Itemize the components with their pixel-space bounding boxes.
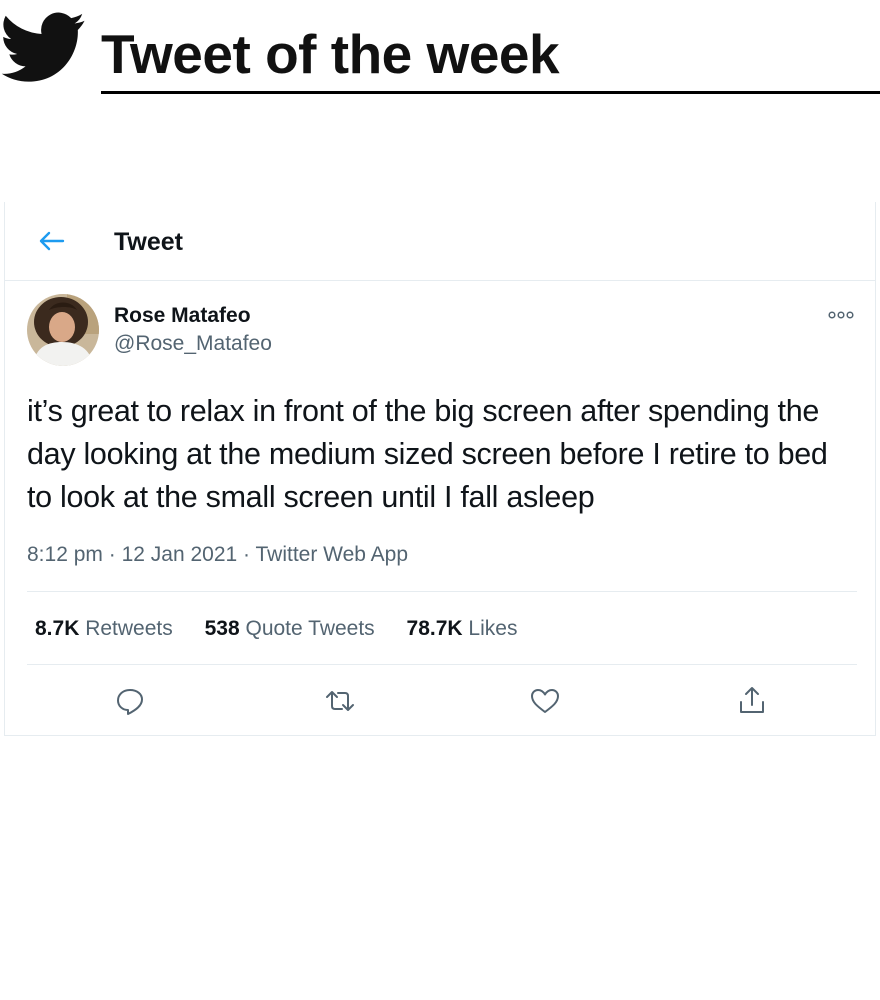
divider [27,664,857,665]
topbar-title: Tweet [114,228,183,256]
quotes-label: Quote Tweets [245,617,375,640]
title-underline [101,91,880,94]
tweet-text: it’s great to relax in front of the big … [27,394,828,514]
tweet-time[interactable]: 8:12 pm [27,543,103,566]
tweet-actions [5,680,875,724]
arrow-left-icon[interactable] [37,228,65,254]
meta-separator: · [243,543,251,566]
quote-tweets-stat[interactable]: 538 Quote Tweets [205,615,375,643]
tweet-meta: 8:12 pm · 12 Jan 2021 · Twitter Web App [27,541,408,569]
twitter-bird-icon [1,12,85,82]
page-title: Tweet of the week [101,23,560,85]
tweet-source[interactable]: Twitter Web App [256,543,409,566]
retweets-label: Retweets [85,617,173,640]
likes-count: 78.7K [406,617,463,640]
likes-stat[interactable]: 78.7K Likes [407,615,518,643]
retweet-button[interactable] [323,684,357,718]
likes-label: Likes [468,617,518,640]
author-handle[interactable]: @Rose_Matafeo [114,331,272,357]
page-header: Tweet of the week [0,0,880,100]
reply-button[interactable] [113,684,147,718]
author-name[interactable]: Rose Matafeo [114,303,251,329]
more-options-icon[interactable] [827,308,855,322]
retweets-stat[interactable]: 8.7K Retweets [35,615,173,643]
retweet-icon [326,691,354,711]
heart-icon [531,689,559,713]
avatar[interactable] [27,294,99,366]
quotes-count: 538 [204,617,240,640]
divider [27,591,857,592]
retweets-count: 8.7K [35,617,80,640]
reply-icon [117,689,143,715]
tweet-card: Tweet Rose Matafeo @Rose_Matafeo it’s gr… [4,202,876,736]
tweet-stats: 8.7K Retweets 538 Quote Tweets 78.7K Lik… [35,615,543,643]
meta-separator: · [108,543,116,566]
tweet-date[interactable]: 12 Jan 2021 [122,543,238,566]
tweet-topbar: Tweet [5,202,875,281]
like-button[interactable] [528,684,562,718]
share-icon [740,687,764,713]
share-button[interactable] [735,684,769,718]
